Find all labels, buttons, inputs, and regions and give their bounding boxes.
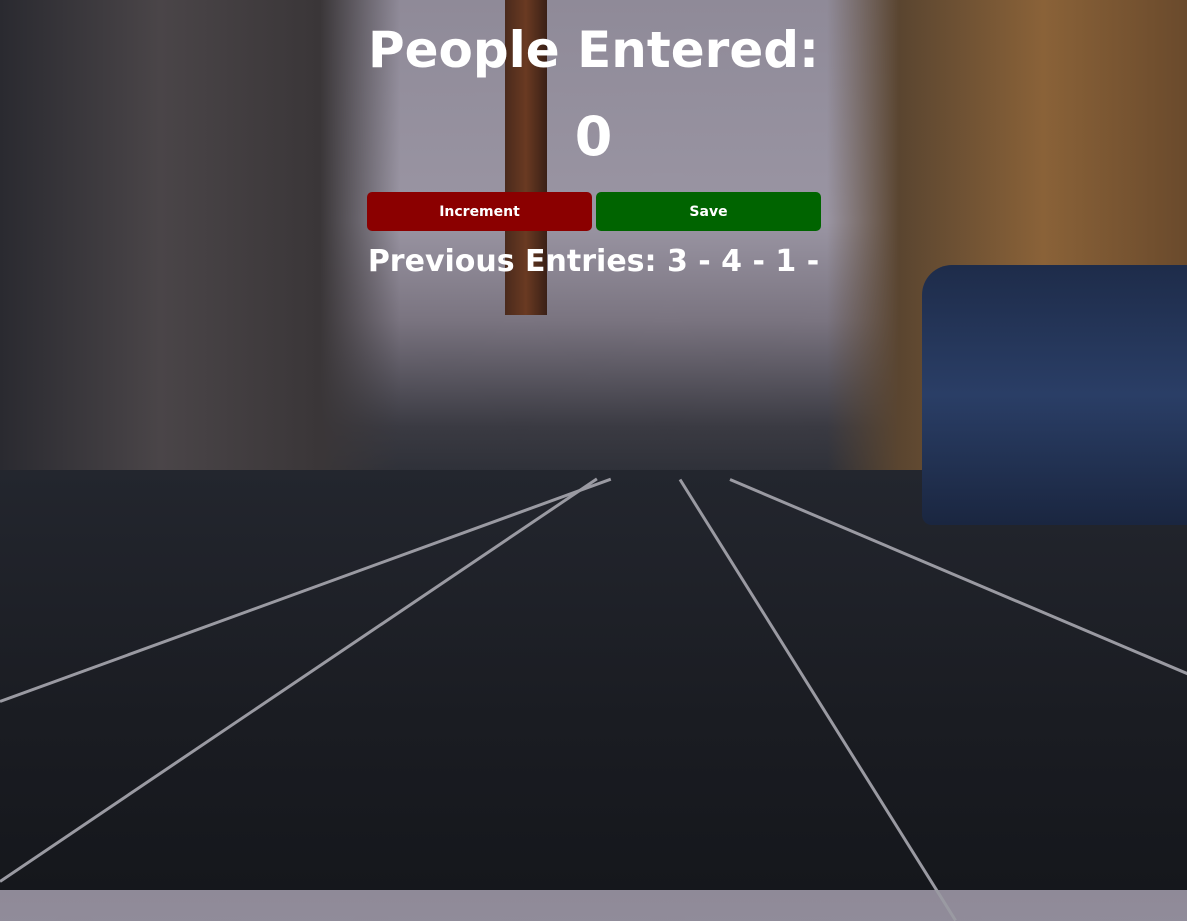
previous-entries: Previous Entries: 3 - 4 - 1 -	[367, 244, 820, 279]
bus	[922, 265, 1187, 525]
road	[0, 470, 1187, 890]
save-button[interactable]: Save	[596, 192, 821, 231]
counter-value: 0	[574, 105, 613, 168]
page-title: People Entered:	[367, 21, 820, 79]
increment-button[interactable]: Increment	[367, 192, 592, 231]
